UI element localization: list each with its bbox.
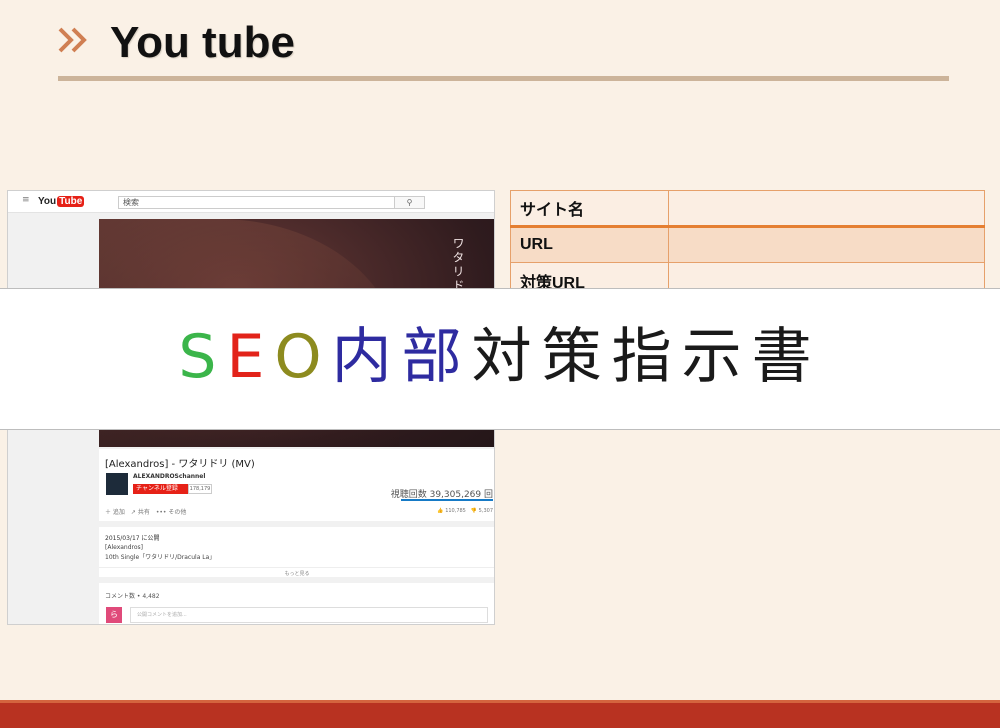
- banner-letter-o: O: [274, 322, 332, 392]
- youtube-logo[interactable]: You Tube: [38, 196, 85, 207]
- hamburger-menu-icon[interactable]: ≡: [22, 195, 30, 205]
- banner-letter-e: E: [226, 322, 275, 392]
- subscriber-count: 178,179: [188, 484, 212, 494]
- like-dislike-counts[interactable]: 👍 110,785 👎 5,307: [437, 507, 493, 514]
- table-value-site-name: [668, 190, 985, 227]
- site-info-table: サイト名 URL 対策URL: [510, 190, 985, 299]
- table-row: サイト名: [510, 190, 985, 227]
- double-chevron-icon: [58, 27, 87, 53]
- table-row: URL: [510, 225, 985, 263]
- subscribe-button[interactable]: チャンネル登録: [133, 484, 188, 494]
- comment-input[interactable]: 公開コメントを追加...: [130, 607, 488, 623]
- description-line: [Alexandros]: [105, 544, 144, 551]
- banner-word-internal: 内部: [331, 322, 472, 392]
- title-divider: [58, 76, 949, 81]
- table-label-url: URL: [510, 225, 669, 263]
- search-input[interactable]: 検索: [118, 196, 395, 209]
- video-actions[interactable]: ＋ 追加 ↗ 共有 ••• その他: [105, 507, 186, 516]
- description-line: 10th Single「ワタリドリ/Dracula La」: [105, 554, 216, 561]
- comments-section: コメント数 • 4,482 ら 公開コメントを追加...: [99, 583, 494, 624]
- video-description: 2015/03/17 に公開 [Alexandros] 10th Single「…: [99, 527, 494, 577]
- banner-letter-s: S: [178, 322, 227, 392]
- video-title: [Alexandros] - ワタリドリ (MV): [105, 459, 255, 470]
- publish-date: 2015/03/17 に公開: [105, 535, 160, 542]
- table-label-site-name: サイト名: [510, 190, 669, 227]
- user-avatar: ら: [106, 607, 122, 623]
- channel-name[interactable]: ALEXANDROSchannel: [133, 473, 205, 480]
- slide-title: You tube: [110, 18, 295, 67]
- like-ratio-bar: [401, 499, 493, 501]
- footer-accent-line: [0, 700, 1000, 703]
- banner-word-instructions: 対策指示書: [471, 322, 822, 392]
- table-value-url: [668, 225, 985, 263]
- youtube-header: ≡ You Tube 検索 ⚲: [8, 191, 494, 213]
- banner-title: SEO内部対策指示書: [0, 319, 1000, 395]
- show-more-button[interactable]: もっと見る: [99, 567, 494, 577]
- slide-header: You tube: [58, 18, 950, 82]
- footer-bar: [0, 700, 1000, 728]
- comment-count: コメント数 • 4,482: [105, 593, 160, 600]
- video-info-panel: [Alexandros] - ワタリドリ (MV) ALEXANDROSchan…: [99, 449, 494, 521]
- channel-avatar[interactable]: [106, 473, 128, 495]
- title-banner: SEO内部対策指示書: [0, 288, 1000, 430]
- search-icon[interactable]: ⚲: [394, 196, 425, 209]
